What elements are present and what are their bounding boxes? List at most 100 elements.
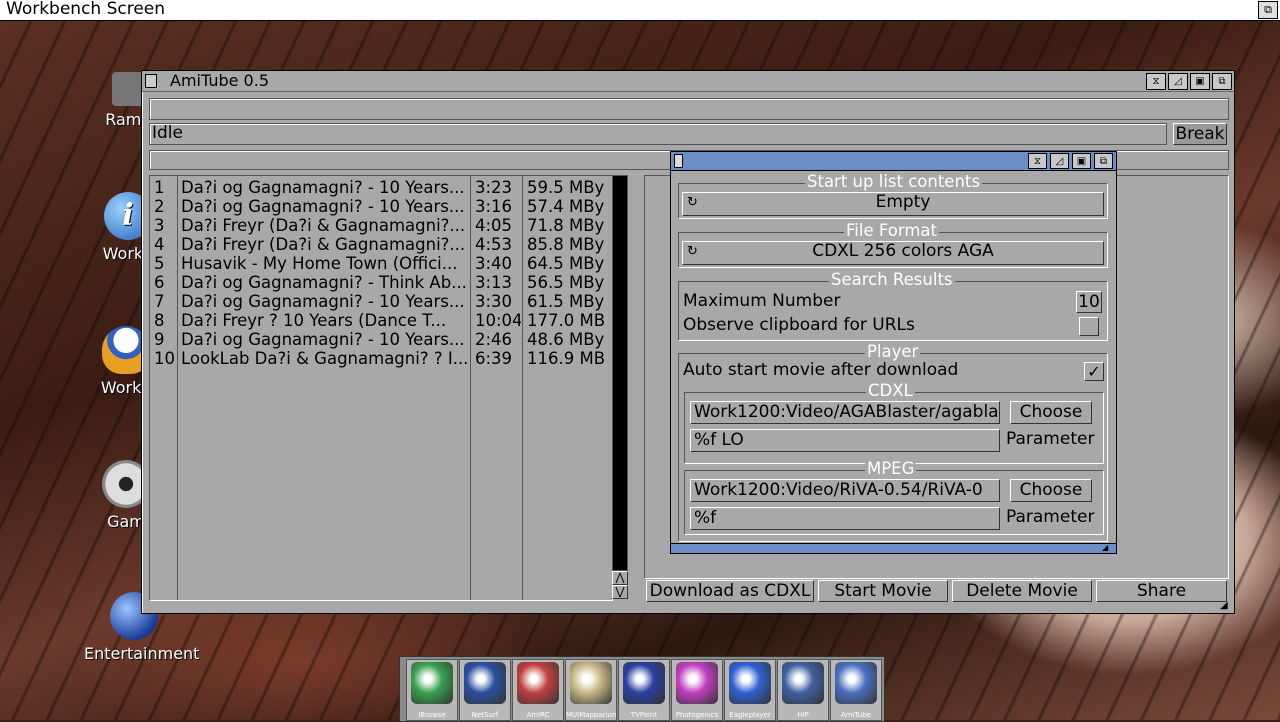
result-size: 64.5 MBy xyxy=(527,254,605,273)
start-movie-label: Start Movie xyxy=(834,581,932,601)
snapshot-icon[interactable]: ◿ xyxy=(1168,73,1188,90)
dock-item[interactable]: MUIMapparium xyxy=(565,659,617,721)
list-scrollbar[interactable] xyxy=(612,175,628,571)
close-icon[interactable] xyxy=(145,74,157,88)
dock-item[interactable]: AmiTube xyxy=(830,659,882,721)
window-titlebar[interactable]: AmiTube 0.5 ⧖ ◿ ▣ ⧉ xyxy=(142,71,1234,92)
result-row[interactable]: 7 Da?i og Gagnamagni? - 10 Years... 3:30 61… xyxy=(150,292,610,311)
result-num: 6 xyxy=(154,273,165,292)
result-row[interactable]: 1 Da?i og Gagnamagni? - 10 Years... 3:23 59… xyxy=(150,178,610,197)
scroll-down-icon[interactable]: ⋁ xyxy=(612,585,628,599)
results-list[interactable]: 1 Da?i og Gagnamagni? - 10 Years... 3:23 59… xyxy=(149,175,613,601)
result-time: 6:39 xyxy=(475,349,513,368)
result-row[interactable]: 10 LookLab Da?i & Gagnamagni? ? I... 6:39 1… xyxy=(150,349,610,368)
dock-item[interactable]: HIP xyxy=(777,659,829,721)
result-title: Da?i og Gagnamagni? - 10 Years... xyxy=(181,330,465,349)
settings-resize-icon[interactable]: ◢ xyxy=(1102,544,1114,552)
cdxl-parameter-input[interactable]: %f LO xyxy=(690,429,1000,452)
dock-item-label: TVPaint xyxy=(630,711,658,719)
dock-app-icon xyxy=(835,662,877,704)
result-num: 10 xyxy=(154,349,175,368)
dock-item[interactable]: NetSurf xyxy=(459,659,511,721)
depth-icon[interactable]: ⧉ xyxy=(1212,73,1232,90)
dock-app-icon xyxy=(411,662,453,704)
result-size: 48.6 MBy xyxy=(527,330,605,349)
result-num: 8 xyxy=(154,311,165,330)
dock-item-label: NetSurf xyxy=(471,711,499,719)
settings-snapshot-icon[interactable]: ◿ xyxy=(1050,153,1069,169)
result-title: Da?i og Gagnamagni? - 10 Years... xyxy=(181,197,465,216)
scroll-up-icon[interactable]: ⋀ xyxy=(612,571,628,585)
choose-label: Choose xyxy=(1019,402,1083,422)
result-row[interactable]: 6 Da?i og Gagnamagni? - Think Ab... 3:13 56… xyxy=(150,273,610,292)
dock-app-icon xyxy=(676,662,718,704)
result-size: 59.5 MBy xyxy=(527,178,605,197)
resize-icon[interactable]: ◢ xyxy=(1220,601,1232,611)
max-number-input[interactable]: 10 xyxy=(1076,291,1102,313)
result-time: 3:23 xyxy=(475,178,513,197)
delete-movie-label: Delete Movie xyxy=(966,581,1078,601)
dock-app-icon xyxy=(623,662,665,704)
zoom-icon[interactable]: ▣ xyxy=(1190,73,1210,90)
startup-value: Empty xyxy=(875,192,931,212)
break-label: Break xyxy=(1175,124,1225,144)
mpeg-parameter-input[interactable]: %f xyxy=(690,507,1000,530)
result-num: 7 xyxy=(154,292,165,311)
format-value: CDXL 256 colors AGA xyxy=(812,241,994,261)
settings-iconify-icon[interactable]: ⧖ xyxy=(1028,153,1047,169)
mpeg-group-title: MPEG xyxy=(865,459,917,478)
dock-item-label: Photogenics xyxy=(675,711,719,719)
dock-item[interactable]: Photogenics xyxy=(671,659,723,721)
result-size: 116.9 MB xyxy=(527,349,606,368)
iconify-icon[interactable]: ⧖ xyxy=(1146,73,1166,90)
download-cdxl-button[interactable]: Download as CDXL xyxy=(646,580,814,602)
result-row[interactable]: 4 Da?i Freyr (Da?i & Gagnamagni?... 4:53 85… xyxy=(150,235,610,254)
observe-clipboard-label: Observe clipboard for URLs xyxy=(683,315,915,335)
delete-movie-button[interactable]: Delete Movie xyxy=(952,580,1092,602)
result-row[interactable]: 9 Da?i og Gagnamagni? - 10 Years... 2:46 48… xyxy=(150,330,610,349)
cdxl-choose-button[interactable]: Choose xyxy=(1010,401,1092,424)
app-dock: IBrowse NetSurf AmIRC MUIMapparium TVPaint Ph… xyxy=(399,656,885,722)
result-row[interactable]: 3 Da?i Freyr (Da?i & Gagnamagni?... 4:05 71… xyxy=(150,216,610,235)
dock-item[interactable]: AmIRC xyxy=(512,659,564,721)
url-input[interactable] xyxy=(149,98,1229,120)
settings-close-icon[interactable] xyxy=(674,154,683,168)
settings-titlebar[interactable]: ⧖ ◿ ▣ ⧉ xyxy=(671,152,1116,171)
result-row[interactable]: 5 Husavik - My Home Town (Offici... 3:40 64… xyxy=(150,254,610,273)
dock-item-label: IBrowse xyxy=(418,711,446,719)
mpeg-path-input[interactable]: Work1200:Video/RiVA-0.54/RiVA-0 xyxy=(690,479,1000,502)
observe-clipboard-checkbox[interactable] xyxy=(1079,317,1099,336)
max-number-label: Maximum Number xyxy=(683,291,841,311)
desktop-icon-label: Gam xyxy=(107,512,145,531)
result-size: 56.5 MBy xyxy=(527,273,605,292)
player-group-title: Player xyxy=(865,342,921,361)
result-size: 71.8 MBy xyxy=(527,216,605,235)
dock-item[interactable]: TVPaint xyxy=(618,659,670,721)
result-row[interactable]: 2 Da?i og Gagnamagni? - 10 Years... 3:16 57… xyxy=(150,197,610,216)
dock-item[interactable]: IBrowse xyxy=(406,659,458,721)
screen-depth-icon[interactable]: ⧉ xyxy=(1258,1,1278,19)
startup-cycle[interactable]: ↻ Empty xyxy=(682,192,1104,216)
settings-depth-icon[interactable]: ⧉ xyxy=(1094,153,1113,169)
result-num: 4 xyxy=(154,235,165,254)
mpeg-choose-button[interactable]: Choose xyxy=(1010,479,1092,502)
result-time: 10:04 xyxy=(475,311,521,330)
cdxl-parameter-label: Parameter xyxy=(1006,429,1095,449)
cdxl-path-input[interactable]: Work1200:Video/AGABlaster/agabla xyxy=(690,401,1000,424)
dock-item[interactable]: Eagleplayer xyxy=(724,659,776,721)
dock-item-label: AmIRC xyxy=(526,711,550,719)
result-size: 85.8 MBy xyxy=(527,235,605,254)
break-button[interactable]: Break xyxy=(1173,123,1227,145)
result-num: 1 xyxy=(154,178,165,197)
result-num: 3 xyxy=(154,216,165,235)
result-title: LookLab Da?i & Gagnamagni? ? I... xyxy=(181,349,469,368)
result-row[interactable]: 8 Da?i Freyr ? 10 Years (Dance T... 10:04 1… xyxy=(150,311,610,330)
start-movie-button[interactable]: Start Movie xyxy=(818,580,948,602)
format-cycle[interactable]: ↻ CDXL 256 colors AGA xyxy=(682,241,1104,265)
settings-zoom-icon[interactable]: ▣ xyxy=(1072,153,1091,169)
result-size: 177.0 MB xyxy=(527,311,606,330)
result-title: Da?i og Gagnamagni? - 10 Years... xyxy=(181,178,465,197)
share-button[interactable]: Share xyxy=(1096,580,1227,602)
autostart-checkbox[interactable]: ✓ xyxy=(1084,362,1104,381)
autostart-label: Auto start movie after download xyxy=(683,360,959,380)
